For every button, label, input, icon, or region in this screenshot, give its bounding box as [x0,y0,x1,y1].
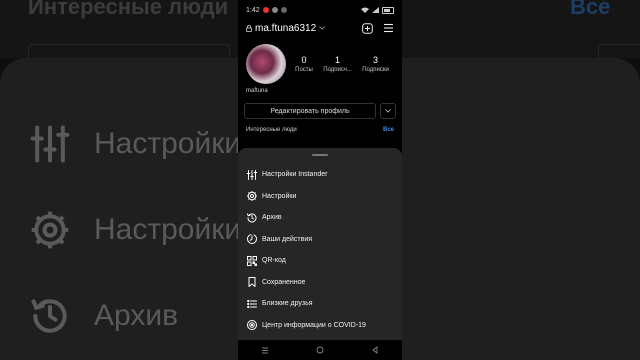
profile-stats: 0 Посты 1 Подписч... 3 Подписки [290,55,394,73]
profile-summary: 0 Посты 1 Подписч... 3 Подписки [238,36,402,84]
profile-name: maftuna [246,88,268,94]
menu-item-instander-settings[interactable]: Настройки Instander [238,164,402,186]
phone-screen: 1:42 ma.ftuna6312 0 Посты 1 Подписч... 3… [238,0,402,360]
qr-code-icon [247,255,257,266]
history-icon [31,299,67,333]
home-icon[interactable] [316,346,324,354]
background-title: Интересные люди [28,0,229,19]
battery-icon [382,6,394,14]
background-all-label: Все [570,0,611,19]
stat-label: Подписч... [323,67,352,73]
stat-label: Посты [295,67,313,73]
sliders-icon [30,125,70,163]
background-item-label: Настройки [94,127,242,160]
gear-icon [247,191,257,202]
status-time: 1:42 [246,6,260,14]
stat-following[interactable]: 3 Подписки [362,55,389,73]
account-switcher[interactable]: ma.ftuna6312 [246,23,325,34]
suggested-people-header: Интересные люди Все [238,119,402,133]
sliders-icon [246,169,258,180]
menu-item-label: Архив [262,214,282,222]
wifi-icon [361,7,369,13]
chevron-down-icon [385,109,391,113]
menu-icon[interactable] [383,23,394,33]
stat-posts[interactable]: 0 Посты [295,55,313,73]
gear-icon [31,211,69,249]
notification-icon [271,7,278,13]
background-item-label: Настройки [94,213,242,246]
menu-item-label: Сохраненное [262,278,306,286]
menu-item-label: Настройки [262,192,297,200]
activity-icon [247,234,257,245]
profile-actions: Редактировать профиль [238,94,402,119]
suggestions-toggle-button[interactable] [380,103,396,119]
menu-item-label: Центр информации о COVID-19 [262,321,366,329]
menu-item-label: QR-код [262,257,286,265]
signal-icon [372,7,379,13]
background-item-settings-instander: Настройки [28,122,241,166]
menu-item-label: Ваши действия [262,235,313,243]
add-post-icon[interactable] [362,22,373,34]
chevron-down-icon [319,26,325,30]
menu-item-label: Близкие друзья [262,300,313,308]
history-icon [247,213,257,223]
background-item-archive: Архив [28,294,178,338]
close-friends-icon [247,299,257,308]
menu-item-saved[interactable]: Сохраненное [238,272,402,294]
system-navigation-bar [238,340,402,360]
background-item-label: Архив [94,299,179,332]
suggested-people-title: Интересные люди [246,127,297,133]
recent-apps-icon[interactable] [261,347,269,354]
covid-info-icon [247,320,257,331]
see-all-link[interactable]: Все [383,127,394,133]
menu-item-qr-code[interactable]: QR-код [238,250,402,272]
menu-item-close-friends[interactable]: Близкие друзья [238,293,402,315]
menu-item-archive[interactable]: Архив [238,207,402,229]
stat-followers[interactable]: 1 Подписч... [323,55,352,73]
lock-icon [246,24,252,32]
menu-item-label: Настройки Instander [262,171,328,179]
options-bottom-sheet: Настройки Instander Настройки Архив Ваши… [238,148,402,340]
avatar[interactable] [246,44,286,84]
stat-number: 1 [335,55,341,65]
stat-number: 3 [373,55,379,65]
edit-profile-button[interactable]: Редактировать профиль [244,103,376,119]
profile-header: ma.ftuna6312 [238,20,402,36]
record-icon [262,7,269,13]
status-bar: 1:42 [238,0,402,20]
bookmark-icon [248,277,256,288]
menu-item-covid-info[interactable]: Центр информации о COVID-19 [238,315,402,337]
stat-number: 0 [301,55,307,65]
back-icon[interactable] [371,346,379,354]
background-item-settings: Настройки [28,208,241,252]
menu-item-settings[interactable]: Настройки [238,186,402,208]
username: ma.ftuna6312 [255,22,317,34]
sheet-drag-handle[interactable] [312,154,328,156]
stat-label: Подписки [362,67,389,73]
notification-icon [280,7,287,13]
menu-item-your-activity[interactable]: Ваши действия [238,229,402,251]
